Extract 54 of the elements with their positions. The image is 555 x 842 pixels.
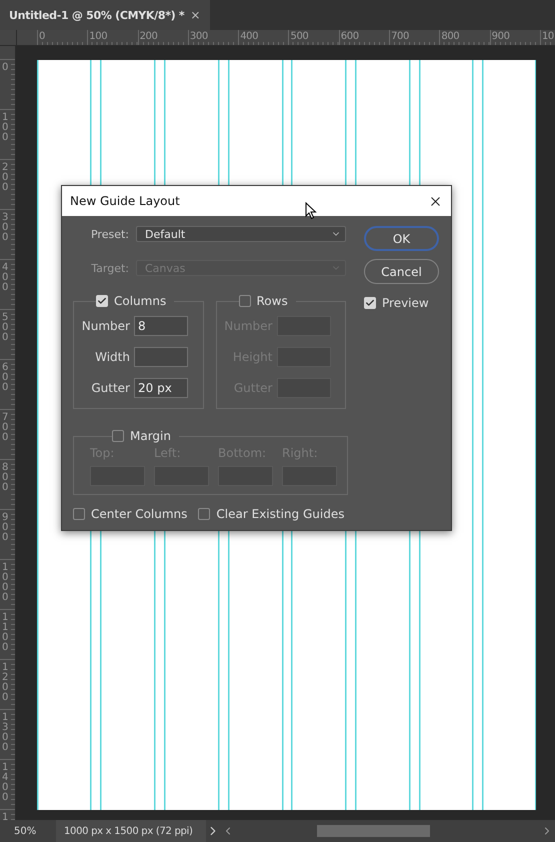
ruler-label: 300 xyxy=(1,213,10,243)
field-label: Gutter xyxy=(90,381,130,395)
ruler-label: 1000 xyxy=(1,563,10,603)
ruler-label: 200 xyxy=(138,30,158,44)
ruler-label: 900 xyxy=(490,30,510,44)
ruler-label: 1400 xyxy=(1,763,10,803)
ruler-label: 800 xyxy=(1,463,10,493)
ruler-label: 1200 xyxy=(1,663,10,703)
checkbox-label: Center Columns xyxy=(91,507,188,521)
ruler-label: 600 xyxy=(340,30,359,44)
ruler-label: 400 xyxy=(239,30,258,44)
checkbox-label: Margin xyxy=(130,429,171,443)
ruler-label: 500 xyxy=(289,30,308,44)
dialog-title: New Guide Layout xyxy=(70,194,180,208)
input-field[interactable]: 20 px xyxy=(134,378,188,398)
checkbox[interactable] xyxy=(73,508,85,520)
scrollbar-thumb[interactable] xyxy=(317,825,430,837)
close-icon[interactable]: × xyxy=(190,8,200,22)
ruler-label: 800 xyxy=(440,30,460,44)
ruler-label: 10 xyxy=(540,30,554,44)
input-field[interactable] xyxy=(134,347,188,367)
checkbox-label: Clear Existing Guides xyxy=(216,507,344,521)
checkbox[interactable] xyxy=(112,430,124,442)
ruler-label: 700 xyxy=(1,413,10,443)
checkbox[interactable] xyxy=(198,508,210,520)
input-field[interactable]: 8 xyxy=(134,316,188,336)
ruler-label: 1300 xyxy=(1,713,10,753)
document-info: 1000 px x 1500 px (72 ppi) xyxy=(56,820,206,842)
checkbox-label: Preview xyxy=(382,296,429,310)
ruler-label: 700 xyxy=(390,30,409,44)
checkbox[interactable] xyxy=(238,295,250,307)
select-label: Preset: xyxy=(90,228,129,240)
field-label: Number xyxy=(80,319,130,333)
ruler-label: 1 xyxy=(1,813,10,820)
ruler-label: 200 xyxy=(1,163,10,193)
ruler-label: 500 xyxy=(1,313,10,343)
ruler-label: 100 xyxy=(88,30,108,44)
ruler-label: 600 xyxy=(1,363,10,393)
ruler-label: 900 xyxy=(1,513,10,543)
dropdown[interactable]: Default xyxy=(136,226,346,242)
checkbox-label: Columns xyxy=(114,294,166,308)
ruler-label: 0 xyxy=(1,63,10,73)
select-label: Target: xyxy=(90,262,129,274)
ruler-label: 0 xyxy=(38,30,45,44)
ok-button[interactable]: OK xyxy=(364,226,439,251)
cancel-button[interactable]: Cancel xyxy=(364,259,439,284)
field-label: Width xyxy=(94,350,130,364)
checkbox-label: Rows xyxy=(256,294,288,308)
ruler-label: 300 xyxy=(188,30,208,44)
ruler-label: 1100 xyxy=(1,613,10,653)
zoom-level[interactable]: 50% xyxy=(0,826,56,836)
document-tab[interactable]: Untitled-1 @ 50% (CMYK/8*) * × xyxy=(0,0,210,30)
ruler-label: 100 xyxy=(1,113,10,143)
ruler-label: 400 xyxy=(1,263,10,293)
